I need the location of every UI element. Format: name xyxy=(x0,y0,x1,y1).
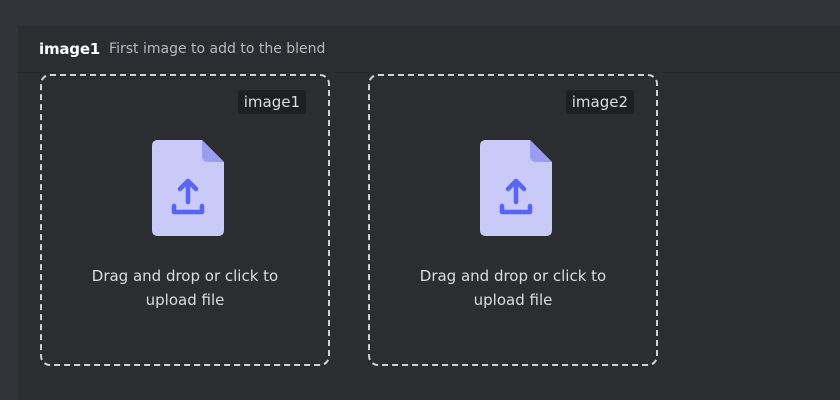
upload-instructions-line2: upload file xyxy=(473,291,553,309)
upload-instructions-line1: Drag and drop or click to xyxy=(91,267,279,285)
dropzone-tag: image2 xyxy=(565,90,634,114)
dropzone-tag: image1 xyxy=(237,90,306,114)
upload-instructions: Drag and drop or click to upload file xyxy=(380,264,646,312)
parameter-description: First image to add to the blend xyxy=(109,41,326,57)
parameter-name: image1 xyxy=(39,40,101,58)
upload-dropzone-image1[interactable]: image1 Drag and drop or click to upload … xyxy=(40,74,330,366)
file-upload-icon xyxy=(152,140,224,236)
upload-instructions-line2: upload file xyxy=(145,291,225,309)
upload-instructions-line1: Drag and drop or click to xyxy=(419,267,607,285)
upload-dropzone-image2[interactable]: image2 Drag and drop or click to upload … xyxy=(368,74,658,366)
upload-instructions: Drag and drop or click to upload file xyxy=(52,264,318,312)
parameter-header: image1 First image to add to the blend xyxy=(18,26,840,73)
file-upload-icon xyxy=(480,140,552,236)
